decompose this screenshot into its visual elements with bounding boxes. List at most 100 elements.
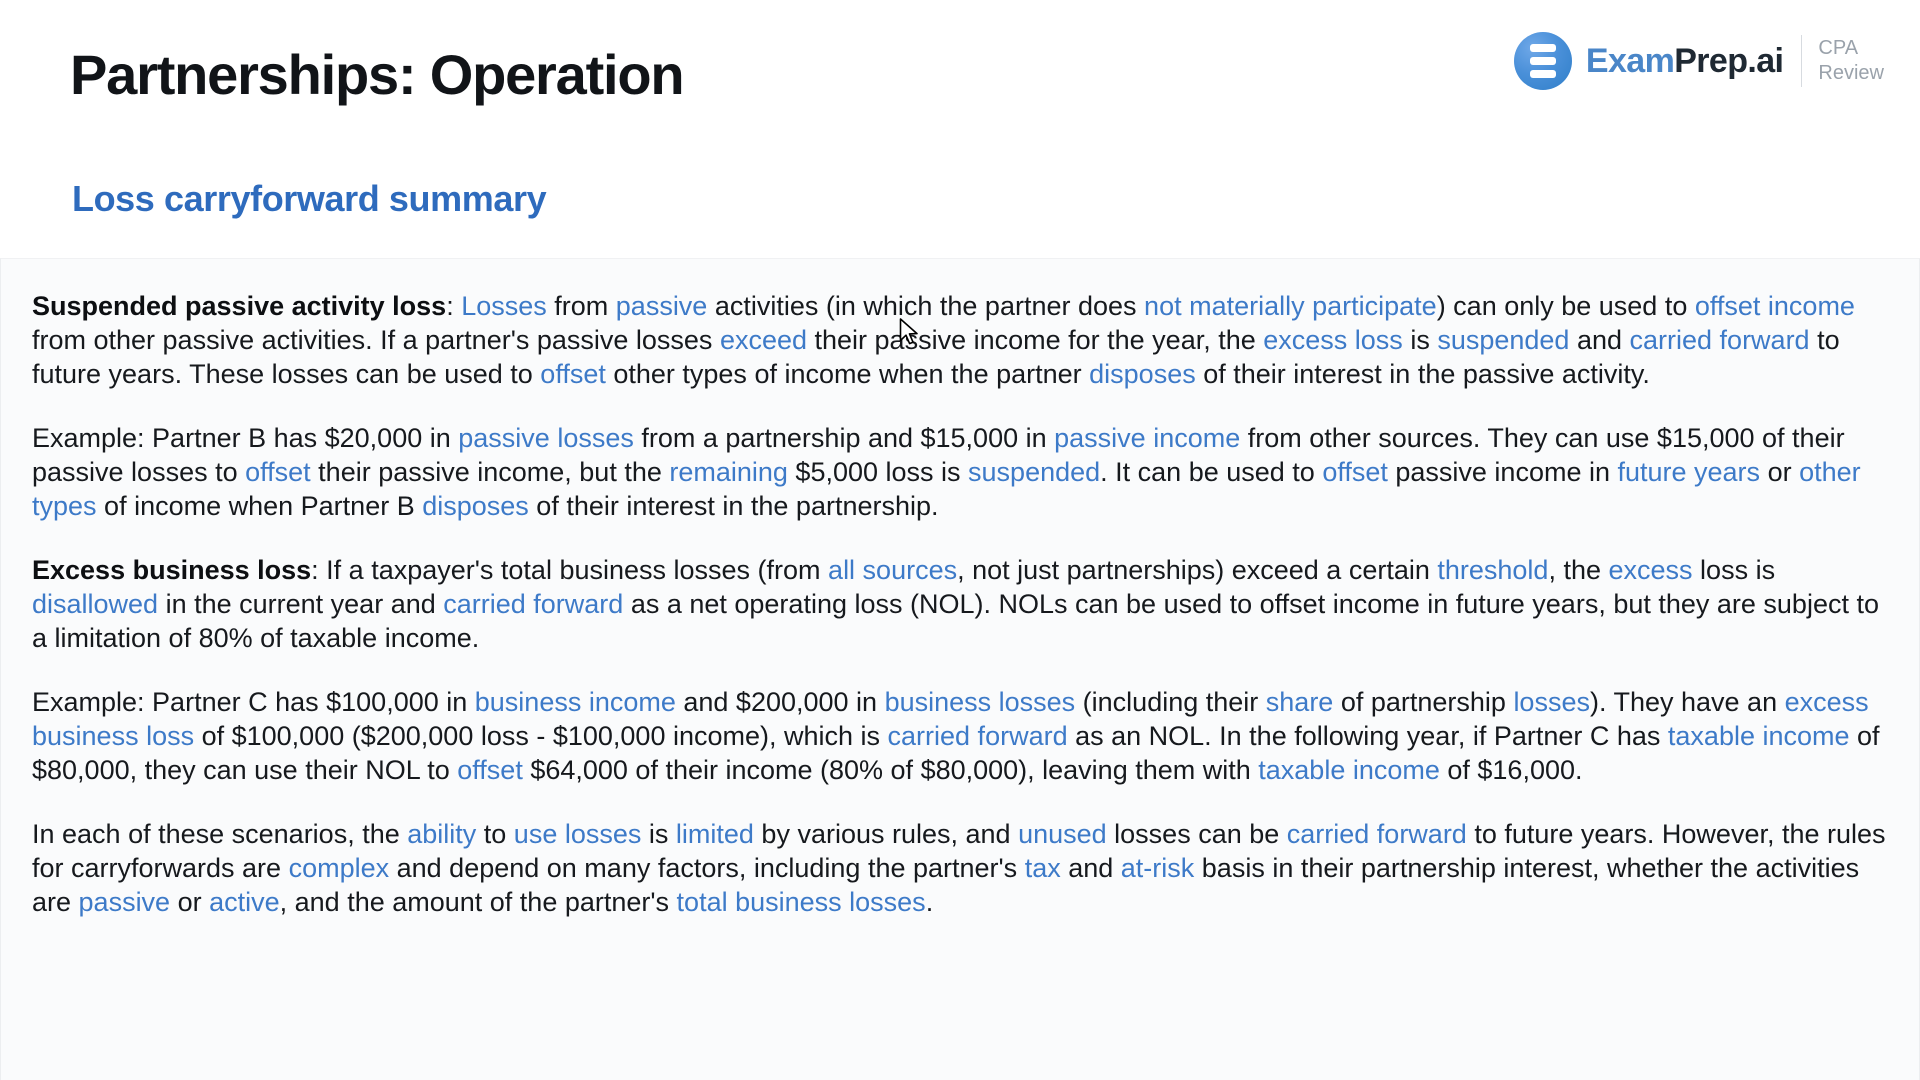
inline-link[interactable]: limited — [676, 819, 754, 849]
brand-logo[interactable]: ExamPrep.ai CPA Review — [1513, 30, 1884, 92]
inline-link[interactable]: suspended — [968, 457, 1100, 487]
inline-link[interactable]: passive losses — [458, 423, 634, 453]
body-text-run: In each of these scenarios, the — [32, 819, 408, 849]
lesson-body: Suspended passive activity loss: Losses … — [32, 289, 1895, 919]
body-text-run: by various rules, and — [753, 819, 1019, 849]
brand-tagline: CPA Review — [1818, 36, 1884, 86]
body-text-run: . It can be used to — [1100, 457, 1323, 487]
body-text-run: : If a taxpayer's total business losses … — [311, 555, 829, 585]
body-text-run: to — [476, 819, 514, 849]
page-title: Partnerships: Operation — [70, 43, 685, 106]
lesson-page: Partnerships: Operation Loss carryforwar… — [0, 0, 1920, 1080]
inline-link[interactable]: disposes — [1089, 359, 1196, 389]
inline-link[interactable]: share — [1266, 687, 1334, 717]
body-text-run: of $100,000 ($200,000 loss - $100,000 in… — [194, 721, 888, 751]
brand-tagline-line1: CPA — [1818, 37, 1859, 59]
body-text-run: of their interest in the passive activit… — [1195, 359, 1650, 389]
inline-link[interactable]: taxable income — [1668, 721, 1850, 751]
inline-link[interactable]: disallowed — [32, 589, 158, 619]
brand-name-secondary: Prep.ai — [1674, 42, 1784, 80]
body-text-run: , the — [1548, 555, 1609, 585]
inline-link[interactable]: offset income — [1695, 291, 1855, 321]
inline-link[interactable]: total business losses — [677, 887, 926, 917]
brand-tagline-line2: Review — [1818, 62, 1884, 84]
body-text-run: Example: Partner B has $20,000 in — [32, 423, 459, 453]
body-text-run: from other passive activities. If a part… — [32, 325, 720, 355]
inline-link[interactable]: unused — [1018, 819, 1107, 849]
paragraph-example-partner-b: Example: Partner B has $20,000 in passiv… — [32, 421, 1895, 523]
paragraph-suspended-passive-activity-loss: Suspended passive activity loss: Losses … — [32, 289, 1895, 391]
body-text-run: or — [1760, 457, 1800, 487]
inline-link[interactable]: offset — [1322, 457, 1388, 487]
body-text-run: from — [546, 291, 616, 321]
page-header: Partnerships: Operation Loss carryforwar… — [0, 0, 1920, 258]
inline-link[interactable]: ability — [407, 819, 476, 849]
body-text-run: activities (in which the partner does — [707, 291, 1145, 321]
inline-link[interactable]: passive — [616, 291, 708, 321]
body-text-run: losses can be — [1106, 819, 1287, 849]
body-text-run: of partnership — [1333, 687, 1514, 717]
brand-divider — [1801, 35, 1803, 87]
body-text-run: of $16,000. — [1439, 755, 1583, 785]
inline-link[interactable]: tax — [1025, 853, 1061, 883]
body-text-run: (including their — [1075, 687, 1266, 717]
inline-link[interactable]: complex — [289, 853, 390, 883]
body-text-run: is — [641, 819, 676, 849]
inline-link[interactable]: active — [209, 887, 280, 917]
paragraph-lead-label: Excess business loss — [32, 555, 312, 585]
body-text-run: as an NOL. In the following year, if Par… — [1067, 721, 1668, 751]
inline-link[interactable]: business income — [475, 687, 676, 717]
inline-link[interactable]: future years — [1617, 457, 1760, 487]
inline-link[interactable]: losses — [1513, 687, 1590, 717]
body-text-run: ) can only be used to — [1436, 291, 1695, 321]
stacked-bars-circle-icon — [1513, 32, 1572, 90]
inline-link[interactable]: carried forward — [443, 589, 623, 619]
body-text-run: Example: Partner C has $100,000 in — [32, 687, 475, 717]
body-text-run: of their interest in the partnership. — [528, 491, 939, 521]
inline-link[interactable]: not materially participate — [1144, 291, 1437, 321]
body-text-run: their passive income, but the — [310, 457, 670, 487]
brand-wordmark: ExamPrep.ai — [1586, 44, 1784, 78]
inline-link[interactable]: remaining — [669, 457, 788, 487]
inline-link[interactable]: excess — [1609, 555, 1693, 585]
body-text-run: loss is — [1692, 555, 1776, 585]
inline-link[interactable]: exceed — [720, 325, 807, 355]
inline-link[interactable]: passive income — [1054, 423, 1240, 453]
body-text-run: is — [1402, 325, 1438, 355]
inline-link[interactable]: passive — [79, 887, 171, 917]
inline-link[interactable]: excess loss — [1263, 325, 1403, 355]
body-text-run: and $200,000 in — [675, 687, 885, 717]
body-text-run: ). They have an — [1589, 687, 1785, 717]
inline-link[interactable]: taxable income — [1258, 755, 1440, 785]
paragraph-example-partner-c: Example: Partner C has $100,000 in busin… — [32, 685, 1895, 787]
inline-link[interactable]: at-risk — [1121, 853, 1195, 883]
body-text-run: other types of income when the partner — [605, 359, 1090, 389]
body-text-run: $5,000 loss is — [787, 457, 969, 487]
body-text-run: or — [170, 887, 210, 917]
body-text-run: , and the amount of the partner's — [279, 887, 677, 917]
inline-link[interactable]: carried forward — [1287, 819, 1467, 849]
inline-link[interactable]: threshold — [1437, 555, 1548, 585]
body-text-run: : — [446, 291, 462, 321]
inline-link[interactable]: disposes — [422, 491, 529, 521]
body-text-run: their passive income for the year, the — [807, 325, 1264, 355]
inline-link[interactable]: business losses — [885, 687, 1076, 717]
inline-link[interactable]: all sources — [828, 555, 957, 585]
paragraph-summary-scenarios: In each of these scenarios, the ability … — [32, 817, 1895, 919]
body-text-run: , not just partnerships) exceed a certai… — [957, 555, 1438, 585]
body-text-run: $64,000 of their income (80% of $80,000)… — [522, 755, 1259, 785]
body-text-run: and — [1060, 853, 1121, 883]
body-text-run: and depend on many factors, including th… — [389, 853, 1025, 883]
paragraph-excess-business-loss: Excess business loss: If a taxpayer's to… — [32, 553, 1895, 655]
paragraph-lead-label: Suspended passive activity loss — [32, 291, 447, 321]
body-text-run: passive income in — [1387, 457, 1618, 487]
inline-link[interactable]: carried forward — [1630, 325, 1810, 355]
inline-link[interactable]: offset — [540, 359, 606, 389]
body-text-run: and — [1569, 325, 1630, 355]
inline-link[interactable]: offset — [245, 457, 311, 487]
inline-link[interactable]: offset — [457, 755, 523, 785]
inline-link[interactable]: carried forward — [888, 721, 1068, 751]
inline-link[interactable]: suspended — [1437, 325, 1569, 355]
inline-link[interactable]: use losses — [514, 819, 642, 849]
inline-link[interactable]: Losses — [461, 291, 547, 321]
